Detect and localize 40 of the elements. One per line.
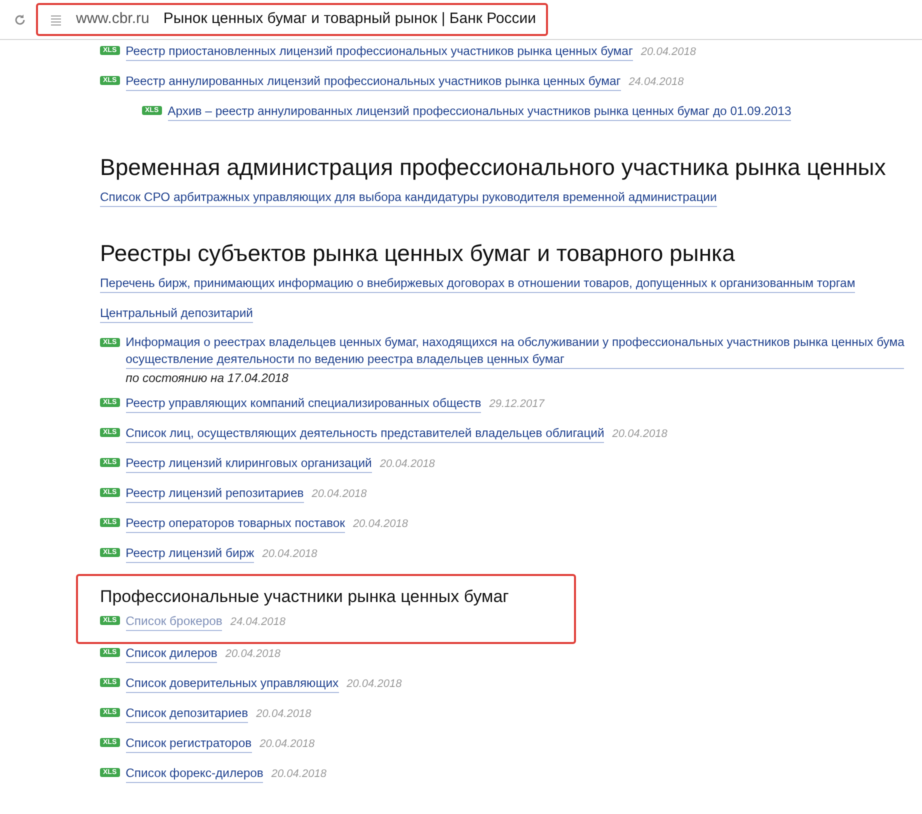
section-heading: Временная администрация профессионального участника рынка ценных	[100, 153, 887, 182]
document-link[interactable]: Список СРО арбитражных управляющих для выбора кандидатуры руководителя временной администрации	[100, 189, 717, 207]
url-text[interactable]: www.cbr.ru	[76, 8, 150, 31]
section-heading: Реестры субъектов рынка ценных бумаг и товарного рынка	[100, 239, 736, 268]
date-text: 20.04.2018	[225, 648, 280, 660]
date-text: 20.04.2018	[380, 458, 435, 470]
document-link[interactable]: Список доверительных управляющих	[126, 675, 339, 693]
date-text: 20.04.2018	[271, 768, 326, 780]
date-text: 20.04.2018	[352, 518, 408, 530]
page-title: Рынок ценных бумаг и товарный рынок | Банк России	[163, 9, 536, 30]
document-link[interactable]: Реестр лицензий клиринговых организаций	[126, 455, 372, 473]
document-link[interactable]: Реестр лицензий репозитариев	[126, 485, 304, 503]
document-link[interactable]: Реестр лицензий бирж	[126, 545, 254, 563]
reload-icon[interactable]	[14, 14, 26, 26]
status-note: по состоянию на 17.04.2018	[126, 370, 290, 387]
date-text: 24.04.2018	[628, 76, 684, 88]
document-link[interactable]: Реестр управляющих компаний специализированных обществ	[126, 395, 482, 413]
document-link[interactable]: Список лиц, осуществляющих деятельность представителей владельцев облигаций	[126, 425, 604, 443]
document-link[interactable]: Реестр операторов товарных поставок	[126, 515, 345, 533]
document-link[interactable]: Перечень бирж, принимающих информацию о внебиржевых договорах в отношении товаров, допущенных к организованным торгам	[100, 275, 856, 293]
date-text: 20.04.2018	[312, 488, 367, 500]
date-text: 20.04.2018	[612, 428, 668, 440]
section-heading: Профессиональные участники рынка ценных бумаг	[100, 586, 510, 608]
date-text: 20.04.2018	[260, 738, 315, 750]
date-text: 20.04.2018	[262, 548, 318, 560]
date-text: 20.04.2018	[346, 678, 402, 690]
date-text: 20.04.2018	[640, 46, 696, 58]
document-link[interactable]: Реестр приостановленных лицензий профессиональных участников рынка ценных бумаг	[126, 43, 633, 61]
date-text: 29.12.2017	[489, 398, 544, 410]
document-link[interactable]: Центральный депозитарий	[100, 305, 253, 323]
document-link[interactable]: Список форекс-дилеров	[126, 765, 264, 783]
document-link[interactable]: Список регистраторов	[126, 735, 252, 753]
date-text: 20.04.2018	[256, 708, 312, 720]
document-link[interactable]: Реестр аннулированных лицензий профессиональных участников рынка ценных бумаг	[126, 73, 621, 91]
document-link[interactable]: Список дилеров	[126, 645, 218, 663]
document-link[interactable]: Список депозитариев	[126, 705, 248, 723]
date-text: 24.04.2018	[230, 616, 286, 628]
document-link[interactable]: Информация о реестрах владельцев ценных бумаг, находящихся на обслуживании у профессиональных участников рынка ценных бума осуществление деятельности по ведению реестра владельцев ценных бумаг	[126, 334, 904, 369]
document-link[interactable]: Архив – реестр аннулированных лицензий профессиональных участников рынка ценных бумаг до 01.09.2013	[168, 103, 792, 121]
page-icon	[50, 14, 62, 26]
